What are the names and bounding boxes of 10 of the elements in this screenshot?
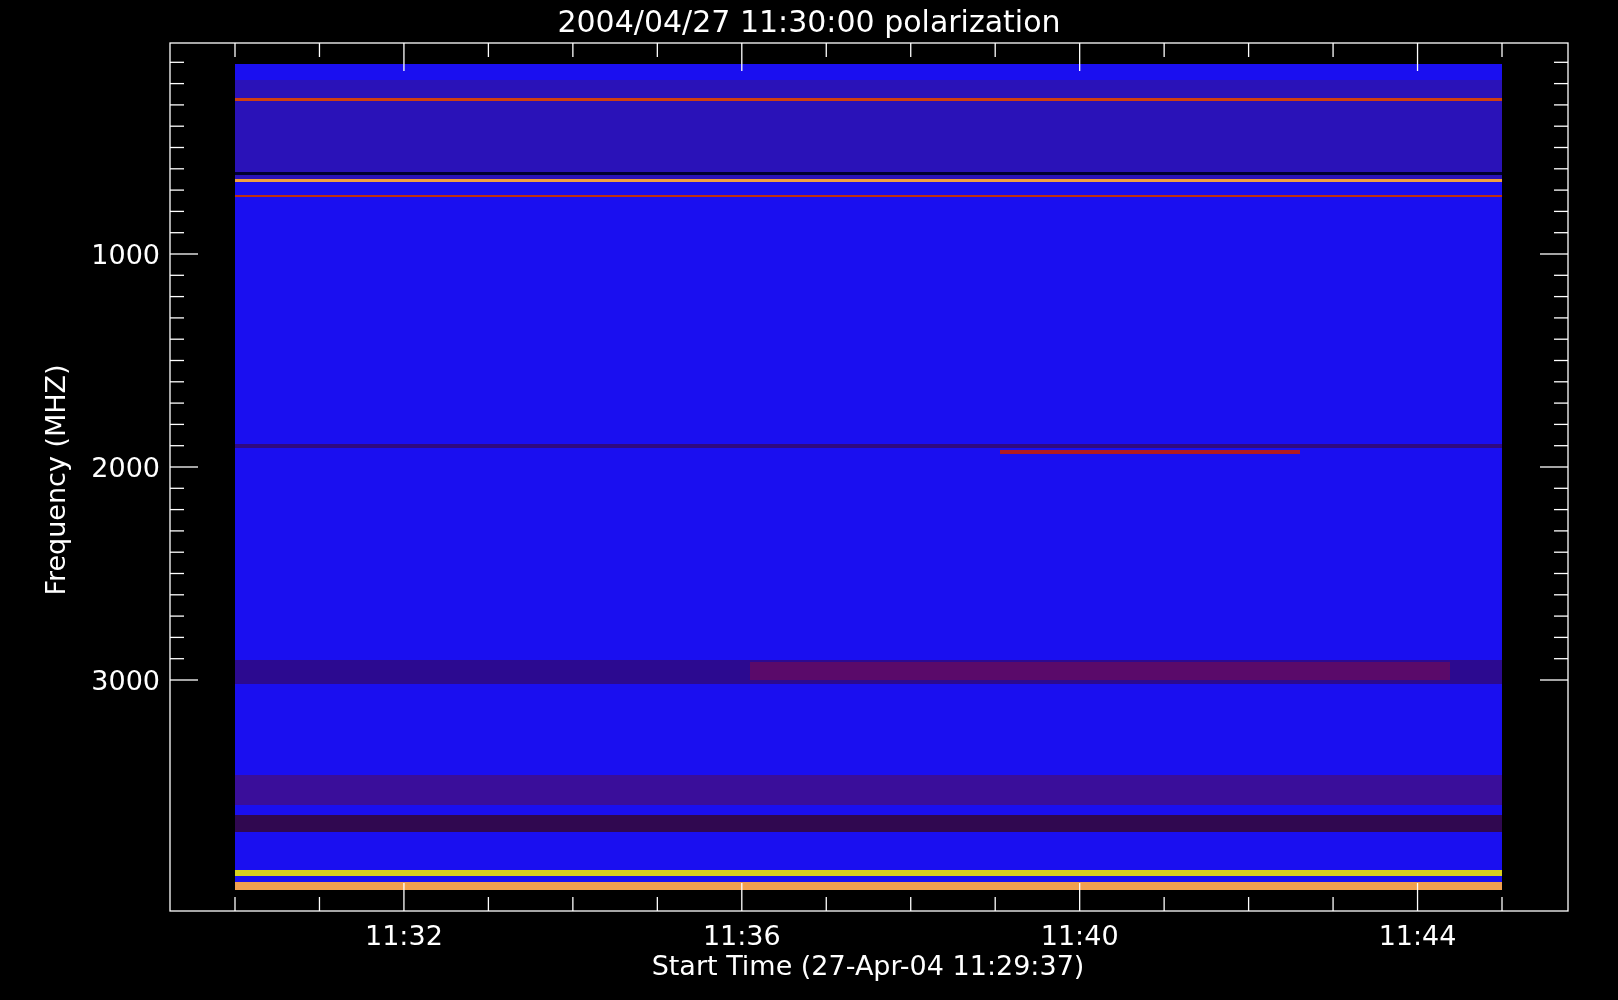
tick-label: 11:36 [702, 920, 781, 951]
tick-label: 1000 [91, 239, 160, 270]
axis-label: Frequency (MHZ) [40, 364, 71, 596]
tick-label: 11:32 [365, 920, 443, 951]
tick-label: 11:44 [1378, 920, 1457, 951]
plot-title: 2004/04/27 11:30:00 polarization [557, 4, 1061, 39]
tick-label: 2000 [91, 452, 160, 483]
axis-label: Start Time (27-Apr-04 11:29:37) [651, 950, 1085, 981]
tick-label: 3000 [91, 665, 160, 696]
tick-label: 11:40 [1040, 920, 1119, 951]
